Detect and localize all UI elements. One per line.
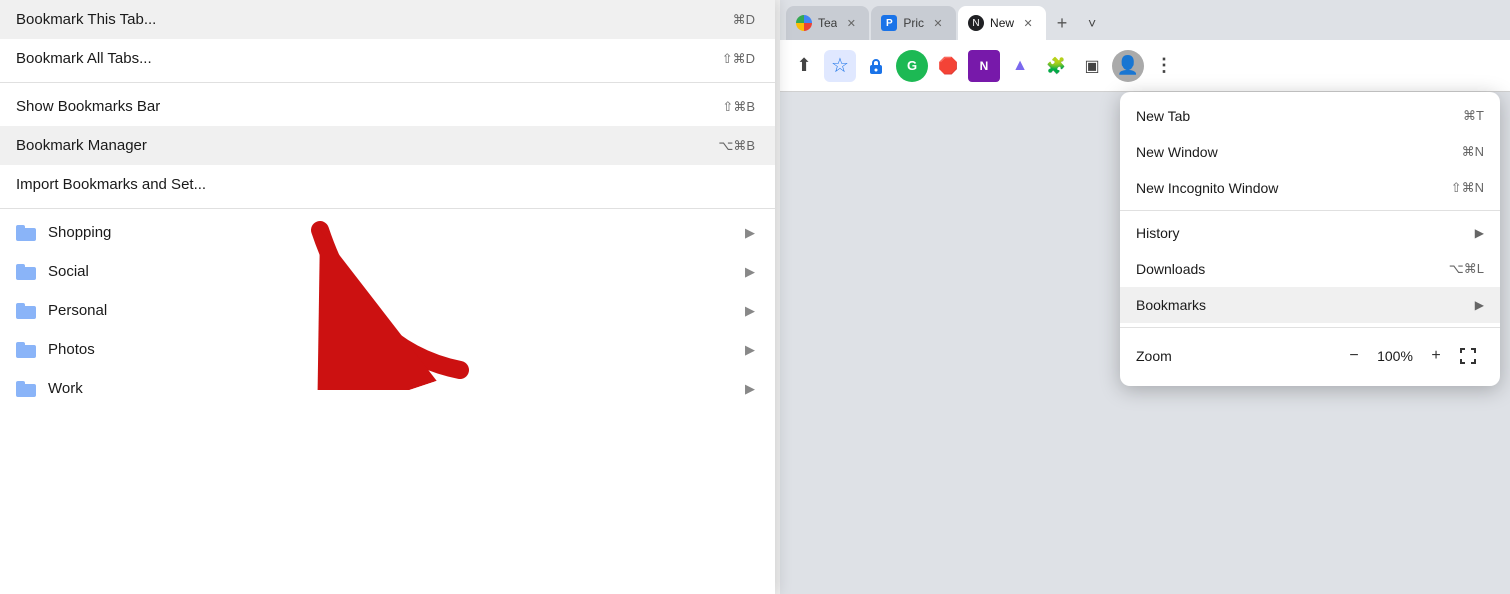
tab-new[interactable]: N New ✕ <box>958 6 1046 40</box>
incognito-label: New Incognito Window <box>1136 180 1421 196</box>
bm-sep-1 <box>0 82 775 83</box>
downloads-label: Downloads <box>1136 261 1419 277</box>
bm-folder-personal-left: Personal <box>16 302 107 319</box>
chrome-menu-button[interactable]: ⋮ <box>1148 50 1180 82</box>
onenote-icon[interactable]: N <box>968 50 1000 82</box>
bm-folder-photos[interactable]: Photos ▶ <box>0 330 775 369</box>
toolbar: ⬆ ☆ G 🛑 N ▲ 🧩 ▣ 👤 ⋮ <box>780 40 1510 92</box>
tab-favicon-tea <box>796 15 812 31</box>
bm-folder-social-left: Social <box>16 263 89 280</box>
bm-folder-photos-left: Photos <box>16 341 95 358</box>
bookmarks-label: Bookmarks <box>1136 297 1467 313</box>
tab-favicon-new: N <box>968 15 984 31</box>
new-tab-label: New Tab <box>1136 108 1433 124</box>
zoom-label: Zoom <box>1136 348 1338 364</box>
new-tab-button[interactable]: + <box>1048 9 1076 37</box>
bm-show-bar-shortcut: ⇧⌘B <box>722 99 755 115</box>
tab-title-new: New <box>990 16 1014 30</box>
bm-folder-personal-arrow: ▶ <box>745 303 755 319</box>
bm-folder-shopping-arrow: ▶ <box>745 225 755 241</box>
zoom-minus-button[interactable]: − <box>1338 340 1370 372</box>
chrome-menu-new-window[interactable]: New Window ⌘N <box>1120 134 1500 170</box>
tab-title-pric: Pric <box>903 16 924 30</box>
chrome-menu-new-tab[interactable]: New Tab ⌘T <box>1120 98 1500 134</box>
tab-bar: Tea ✕ P Pric ✕ N New ✕ + ˅ <box>780 0 1510 40</box>
chrome-menu: New Tab ⌘T New Window ⌘N New Incognito W… <box>1120 92 1500 386</box>
bookmark-button[interactable]: ☆ <box>824 50 856 82</box>
tab-close-pric[interactable]: ✕ <box>930 15 946 31</box>
bm-bookmark-tab-label: Bookmark This Tab... <box>16 11 156 28</box>
extensions-icon[interactable]: 🧩 <box>1040 50 1072 82</box>
bm-folder-icon-shopping <box>16 225 36 241</box>
bm-folder-shopping[interactable]: Shopping ▶ <box>0 213 775 252</box>
bookmark-menu: Bookmark This Tab... ⌘D Bookmark All Tab… <box>0 0 775 594</box>
bm-folder-personal[interactable]: Personal ▶ <box>0 291 775 330</box>
tab-tea[interactable]: Tea ✕ <box>786 6 869 40</box>
bm-folder-work-label: Work <box>48 380 83 397</box>
bm-folder-shopping-left: Shopping <box>16 224 111 241</box>
new-window-label: New Window <box>1136 144 1432 160</box>
bm-folder-photos-label: Photos <box>48 341 95 358</box>
bm-bookmark-tab[interactable]: Bookmark This Tab... ⌘D <box>0 0 775 39</box>
bm-folder-icon-photos <box>16 342 36 358</box>
chrome-menu-history[interactable]: History ▶ <box>1120 215 1500 251</box>
profile-avatar[interactable]: 👤 <box>1112 50 1144 82</box>
bm-bookmark-all-tabs[interactable]: Bookmark All Tabs... ⇧⌘D <box>0 39 775 78</box>
bm-bookmark-all-shortcut: ⇧⌘D <box>722 51 755 67</box>
tab-favicon-pric: P <box>881 15 897 31</box>
bm-manager-label: Bookmark Manager <box>16 137 147 154</box>
grammarly-icon[interactable]: G <box>896 50 928 82</box>
share-button[interactable]: ⬆ <box>788 50 820 82</box>
new-window-shortcut: ⌘N <box>1462 144 1484 160</box>
zoom-plus-button[interactable]: + <box>1420 340 1452 372</box>
bm-folder-photos-arrow: ▶ <box>745 342 755 358</box>
zoom-value: 100% <box>1370 348 1420 364</box>
tab-title-tea: Tea <box>818 16 837 30</box>
bm-folder-icon-social <box>16 264 36 280</box>
new-tab-shortcut: ⌘T <box>1463 108 1484 124</box>
browser-chrome: Tea ✕ P Pric ✕ N New ✕ + ˅ ⬆ ☆ G <box>780 0 1510 594</box>
chrome-menu-downloads[interactable]: Downloads ⌥⌘L <box>1120 251 1500 287</box>
bm-folder-shopping-label: Shopping <box>48 224 111 241</box>
bm-import[interactable]: Import Bookmarks and Set... <box>0 165 775 204</box>
bm-folder-work[interactable]: Work ▶ <box>0 369 775 408</box>
chrome-menu-incognito[interactable]: New Incognito Window ⇧⌘N <box>1120 170 1500 206</box>
clickup-icon[interactable]: ▲ <box>1004 50 1036 82</box>
bm-manager[interactable]: Bookmark Manager ⌥⌘B <box>0 126 775 165</box>
zoom-fullscreen-button[interactable] <box>1452 340 1484 372</box>
tab-close-new[interactable]: ✕ <box>1020 15 1036 31</box>
bm-bookmark-all-label: Bookmark All Tabs... <box>16 50 152 67</box>
history-arrow: ▶ <box>1475 226 1484 240</box>
chrome-menu-bookmarks[interactable]: Bookmarks ▶ <box>1120 287 1500 323</box>
bm-show-bar[interactable]: Show Bookmarks Bar ⇧⌘B <box>0 87 775 126</box>
bm-sep-2 <box>0 208 775 209</box>
tab-close-tea[interactable]: ✕ <box>843 15 859 31</box>
bm-folder-work-left: Work <box>16 380 83 397</box>
bm-folder-icon-work <box>16 381 36 397</box>
bm-folder-personal-label: Personal <box>48 302 107 319</box>
bm-folder-icon-personal <box>16 303 36 319</box>
bm-import-label: Import Bookmarks and Set... <box>16 176 206 193</box>
bm-show-bar-label: Show Bookmarks Bar <box>16 98 160 115</box>
downloads-shortcut: ⌥⌘L <box>1449 261 1484 277</box>
bm-folder-social[interactable]: Social ▶ <box>0 252 775 291</box>
adblock-icon[interactable]: 🛑 <box>932 50 964 82</box>
sidebar-icon[interactable]: ▣ <box>1076 50 1108 82</box>
chrome-sep-1 <box>1120 210 1500 211</box>
tab-overflow-button[interactable]: ˅ <box>1078 9 1106 37</box>
bm-folder-work-arrow: ▶ <box>745 381 755 397</box>
bookmarks-arrow: ▶ <box>1475 298 1484 312</box>
zoom-control: Zoom − 100% + <box>1120 332 1500 380</box>
tab-pric[interactable]: P Pric ✕ <box>871 6 956 40</box>
history-label: History <box>1136 225 1467 241</box>
incognito-shortcut: ⇧⌘N <box>1451 180 1484 196</box>
chrome-sep-2 <box>1120 327 1500 328</box>
bm-manager-shortcut: ⌥⌘B <box>718 138 755 154</box>
bm-folder-social-label: Social <box>48 263 89 280</box>
lock-icon <box>860 50 892 82</box>
bm-folder-social-arrow: ▶ <box>745 264 755 280</box>
bm-bookmark-tab-shortcut: ⌘D <box>733 12 755 28</box>
